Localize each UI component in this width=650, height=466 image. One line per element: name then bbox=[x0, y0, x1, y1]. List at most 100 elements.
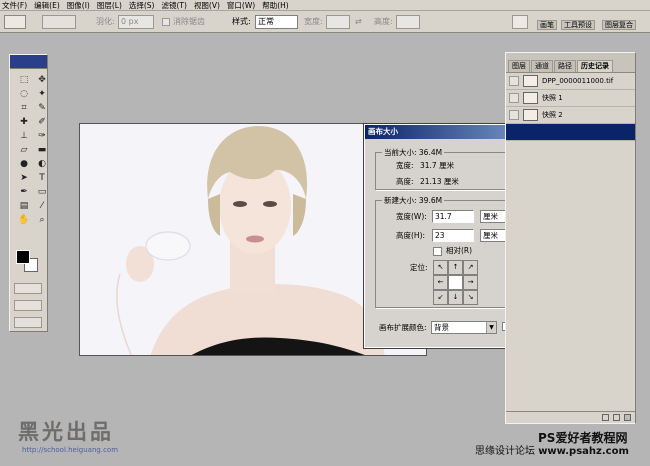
history-item-label: 快照 2 bbox=[542, 111, 563, 119]
new-width-input[interactable] bbox=[432, 210, 474, 223]
toolbox: ⬚ ✥ ◌ ✦ ⌗ ✎ ✚ ✐ ⊥ ✑ ▱ ▬ ● ◐ ➤ T ✒ ▭ ▤ ⁄ … bbox=[9, 54, 48, 332]
trash-icon[interactable] bbox=[624, 414, 631, 421]
new-height-input[interactable] bbox=[432, 229, 474, 242]
anchor-left[interactable]: ← bbox=[433, 275, 448, 290]
pen-tool-icon[interactable]: ✒ bbox=[17, 187, 31, 198]
panel-bottom-bar bbox=[506, 411, 635, 423]
tab-channels[interactable]: 通道 bbox=[531, 60, 553, 72]
antialias-label: 消除锯齿 bbox=[173, 17, 205, 26]
type-tool-icon[interactable]: T bbox=[35, 173, 49, 184]
menu-image[interactable]: 图像(I) bbox=[67, 0, 90, 11]
forum-url: www.psahz.com bbox=[538, 446, 629, 457]
height-input[interactable] bbox=[396, 15, 420, 29]
marquee-tool-preset[interactable] bbox=[4, 15, 26, 29]
hand-tool-icon[interactable]: ✋ bbox=[17, 215, 31, 226]
menu-file[interactable]: 文件(F) bbox=[2, 0, 27, 11]
relative-label: 相对(R) bbox=[446, 246, 473, 255]
style-label: 样式: bbox=[232, 17, 251, 26]
move-tool-icon[interactable]: ✥ bbox=[35, 75, 49, 86]
history-brush-source-icon[interactable] bbox=[509, 110, 519, 120]
selection-mode-icons[interactable] bbox=[42, 15, 76, 29]
tab-paths[interactable]: 路径 bbox=[554, 60, 576, 72]
path-select-icon[interactable]: ➤ bbox=[17, 173, 31, 184]
history-brush-source-icon[interactable] bbox=[509, 93, 519, 103]
marquee-tool-icon[interactable]: ⬚ bbox=[17, 75, 31, 86]
menu-select[interactable]: 选择(S) bbox=[129, 0, 155, 11]
foreground-color-swatch[interactable] bbox=[16, 250, 30, 264]
menu-filter[interactable]: 滤镜(T) bbox=[162, 0, 187, 11]
palette-tab-brushes[interactable]: 画笔 bbox=[537, 20, 557, 30]
palette-tab-comps[interactable]: 图层复合 bbox=[602, 20, 636, 30]
palette-tab-presets[interactable]: 工具预设 bbox=[561, 20, 595, 30]
color-swatches[interactable] bbox=[14, 250, 44, 274]
relative-checkbox[interactable] bbox=[433, 247, 442, 256]
style-select[interactable]: 正常 bbox=[255, 15, 298, 29]
anchor-bottom-left[interactable]: ↙ bbox=[433, 290, 448, 305]
anchor-grid[interactable]: ↖ ↑ ↗ ← → ↙ ↓ ↘ bbox=[433, 260, 478, 305]
feather-input[interactable]: 0 px bbox=[118, 15, 154, 29]
quick-mask-icon[interactable] bbox=[14, 283, 42, 294]
crop-tool-icon[interactable]: ⌗ bbox=[17, 103, 31, 114]
shape-tool-icon[interactable]: ▭ bbox=[35, 187, 49, 198]
anchor-top-right[interactable]: ↗ bbox=[463, 260, 478, 275]
history-item-selected[interactable] bbox=[506, 124, 635, 141]
swap-icon[interactable]: ⇄ bbox=[355, 15, 362, 29]
menu-window[interactable]: 窗口(W) bbox=[227, 0, 255, 11]
height-label: 高度: bbox=[374, 17, 393, 26]
new-snapshot-icon[interactable] bbox=[613, 414, 620, 421]
new-size-label: 新建大小: 39.6M bbox=[382, 196, 445, 205]
imageready-icon[interactable] bbox=[14, 317, 42, 328]
file-browser-icon[interactable] bbox=[512, 15, 528, 29]
anchor-center[interactable] bbox=[448, 275, 463, 290]
history-brush-icon[interactable]: ✑ bbox=[35, 131, 49, 142]
slice-tool-icon[interactable]: ✎ bbox=[35, 103, 49, 114]
forum-watermark: 思缘设计论坛 www.psahz.com bbox=[475, 445, 629, 459]
antialias-checkbox[interactable] bbox=[162, 18, 170, 26]
canvas-extension-color-label: 画布扩展颜色: bbox=[379, 323, 427, 332]
lasso-tool-icon[interactable]: ◌ bbox=[17, 89, 31, 100]
dodge-tool-icon[interactable]: ◐ bbox=[35, 159, 49, 170]
anchor-top-left[interactable]: ↖ bbox=[433, 260, 448, 275]
history-item[interactable]: 快照 1 bbox=[506, 90, 635, 107]
tab-layers[interactable]: 图层 bbox=[508, 60, 530, 72]
anchor-right[interactable]: → bbox=[463, 275, 478, 290]
dialog-title: 画布大小 bbox=[368, 127, 398, 136]
tab-history[interactable]: 历史记录 bbox=[577, 60, 613, 72]
magic-wand-icon[interactable]: ✦ bbox=[35, 89, 49, 100]
gradient-tool-icon[interactable]: ▬ bbox=[35, 145, 49, 156]
notes-tool-icon[interactable]: ▤ bbox=[17, 201, 31, 212]
eyedropper-icon[interactable]: ⁄ bbox=[35, 201, 49, 212]
zoom-tool-icon[interactable]: ⌕ bbox=[35, 215, 49, 226]
anchor-bottom-right[interactable]: ↘ bbox=[463, 290, 478, 305]
brush-tool-icon[interactable]: ✐ bbox=[35, 117, 49, 128]
history-item-label: DPP_0000011000.tif bbox=[542, 77, 614, 85]
screen-mode-icon[interactable] bbox=[14, 300, 42, 311]
menu-help[interactable]: 帮助(H) bbox=[262, 0, 289, 11]
history-item[interactable]: 快照 2 bbox=[506, 107, 635, 124]
new-height-label: 高度(H): bbox=[396, 231, 426, 240]
width-unit-value: 厘米 bbox=[483, 212, 498, 221]
clone-stamp-icon[interactable]: ⊥ bbox=[17, 131, 31, 142]
current-height-value: 21.13 厘米 bbox=[420, 177, 459, 186]
chevron-down-icon: ▼ bbox=[486, 322, 496, 333]
eraser-tool-icon[interactable]: ▱ bbox=[17, 145, 31, 156]
canvas-extension-color-value: 背景 bbox=[434, 323, 449, 332]
toolbox-header bbox=[10, 55, 47, 69]
snapshot-thumbnail bbox=[523, 92, 538, 104]
url-watermark: http://school.heiguang.com bbox=[22, 446, 119, 454]
canvas-extension-color-select[interactable]: 背景 ▼ bbox=[431, 321, 497, 334]
menu-layer[interactable]: 图层(L) bbox=[97, 0, 122, 11]
healing-brush-icon[interactable]: ✚ bbox=[17, 117, 31, 128]
new-width-label: 宽度(W): bbox=[396, 212, 427, 221]
blur-tool-icon[interactable]: ● bbox=[17, 159, 31, 170]
new-document-icon[interactable] bbox=[602, 414, 609, 421]
history-item[interactable]: DPP_0000011000.tif bbox=[506, 73, 635, 90]
history-brush-source-icon[interactable] bbox=[509, 76, 519, 86]
menu-view[interactable]: 视图(V) bbox=[194, 0, 220, 11]
anchor-bottom[interactable]: ↓ bbox=[448, 290, 463, 305]
tool-grid: ⬚ ✥ ◌ ✦ ⌗ ✎ ✚ ✐ ⊥ ✑ ▱ ▬ ● ◐ ➤ T ✒ ▭ ▤ ⁄ … bbox=[10, 69, 47, 226]
anchor-top[interactable]: ↑ bbox=[448, 260, 463, 275]
menu-edit[interactable]: 编辑(E) bbox=[34, 0, 60, 11]
snapshot-thumbnail bbox=[523, 109, 538, 121]
width-input[interactable] bbox=[326, 15, 350, 29]
